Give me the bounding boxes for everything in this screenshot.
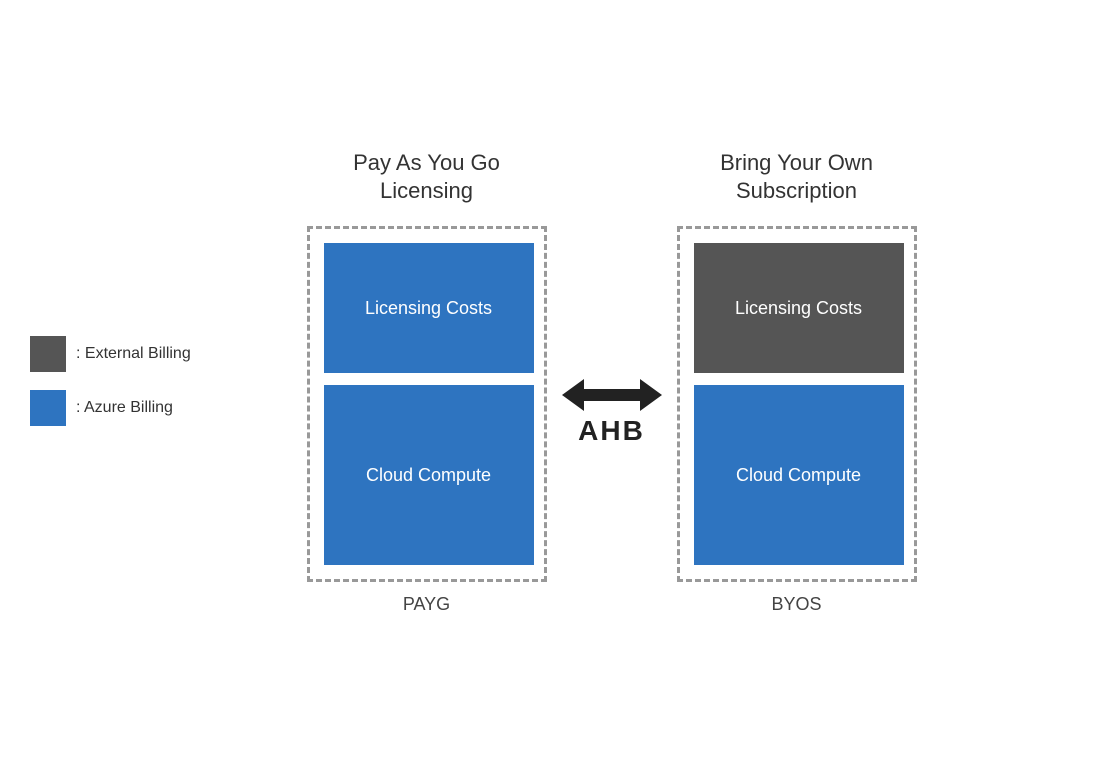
column-label-payg: PAYG	[403, 594, 450, 615]
block-cloud-compute-payg: Cloud Compute	[324, 385, 534, 565]
dashed-box-byos: Licensing Costs Cloud Compute	[677, 226, 917, 582]
column-title-payg: Pay As You GoLicensing	[353, 146, 500, 206]
legend-label-azure: : Azure Billing	[76, 399, 173, 417]
dashed-box-payg: Licensing Costs Cloud Compute	[307, 226, 547, 582]
column-label-byos: BYOS	[771, 594, 821, 615]
block-cloud-compute-byos: Cloud Compute	[694, 385, 904, 565]
ahb-label: AHB	[578, 415, 645, 447]
columns-wrapper: Pay As You GoLicensing Licensing Costs C…	[307, 146, 917, 615]
column-byos: Bring Your OwnSubscription Licensing Cos…	[677, 146, 917, 615]
legend-label-external: : External Billing	[76, 345, 191, 363]
legend-item-azure: : Azure Billing	[30, 390, 191, 426]
column-payg: Pay As You GoLicensing Licensing Costs C…	[307, 146, 547, 615]
ahb-arrow: AHB	[547, 375, 677, 447]
legend-item-external: : External Billing	[30, 336, 191, 372]
block-licensing-costs-byos: Licensing Costs	[694, 243, 904, 373]
diagram-container: : External Billing : Azure Billing Pay A…	[0, 0, 1103, 761]
legend: : External Billing : Azure Billing	[30, 336, 191, 426]
legend-box-external	[30, 336, 66, 372]
block-licensing-costs-payg: Licensing Costs	[324, 243, 534, 373]
legend-box-azure	[30, 390, 66, 426]
column-title-byos: Bring Your OwnSubscription	[720, 146, 873, 206]
double-arrow-icon	[562, 375, 662, 415]
